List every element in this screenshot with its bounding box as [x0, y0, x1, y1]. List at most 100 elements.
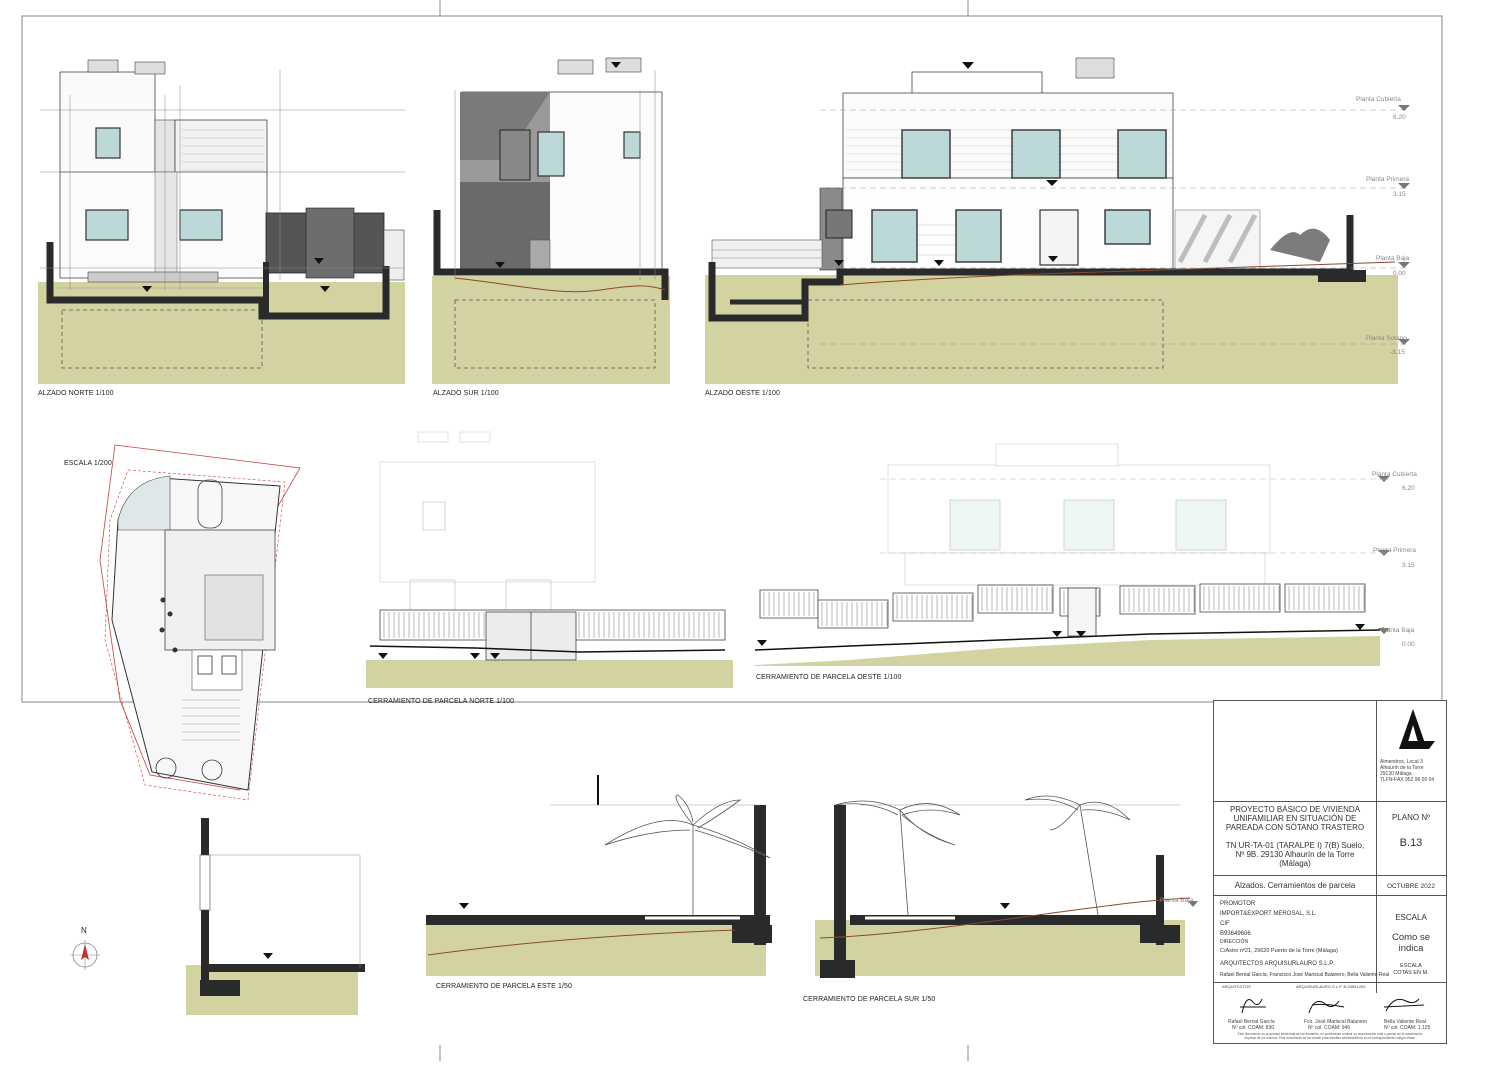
window	[499, 129, 531, 181]
palm-tree	[604, 794, 771, 915]
gate	[305, 207, 355, 279]
window	[825, 209, 853, 239]
ground-fill	[755, 636, 1380, 666]
window	[537, 131, 565, 177]
window-ghost	[1063, 499, 1115, 551]
footing	[200, 980, 240, 996]
level-marker	[263, 953, 273, 959]
divider	[1214, 801, 1446, 802]
sig-header-left: ARQUITECTOS	[1222, 984, 1251, 989]
house-ghost	[379, 461, 596, 583]
plano-label: PLANO Nº	[1391, 813, 1431, 822]
window	[901, 129, 951, 179]
window	[179, 209, 223, 241]
direccion-value: C/Astro nº21, 29620 Puerto de la Torre (…	[1220, 948, 1338, 954]
divider	[1214, 875, 1446, 876]
label-cerramiento-norte: CERRAMIENTO DE PARCELA NORTE 1/100	[368, 698, 515, 705]
railing	[199, 854, 211, 911]
level-marker	[459, 903, 469, 909]
fence-west-elevation	[754, 443, 1390, 666]
solar-ghost	[417, 431, 449, 443]
title-block: Almendros, Local 3 Alhaurín de la Torre …	[1213, 700, 1447, 1044]
north-arrow	[70, 940, 100, 970]
footing	[1318, 270, 1366, 282]
roof-box	[911, 71, 1043, 95]
level-label-baja-2: Planta Baja	[1381, 627, 1415, 634]
window	[85, 209, 129, 241]
elevation-west	[705, 57, 1410, 384]
escala-sub-line-2: COTAS EN M.	[1393, 970, 1429, 976]
promotor-label: PROMOTOR	[1220, 901, 1256, 907]
company-logo	[1399, 709, 1435, 749]
door	[1039, 209, 1079, 266]
tree-shadow	[1270, 228, 1330, 262]
location-line-2: Nº 9B. 29130 Alhaurín de la Torre	[1235, 850, 1355, 859]
ground-fill	[366, 660, 733, 688]
date: OCTUBRE 2022	[1386, 883, 1436, 890]
label-cerramiento-sur: CERRAMIENTO DE PARCELA SUR 1/50	[803, 996, 936, 1003]
solar-panel	[134, 61, 166, 75]
address-line-4: TLFN-FAX 952 96 00 04	[1380, 777, 1435, 783]
elevation-south	[432, 57, 670, 384]
project-title-line-3: PAREADA CON SÓTANO TRASTERO	[1225, 823, 1365, 832]
solar-panel	[87, 59, 119, 73]
fence-panel	[1199, 583, 1281, 613]
fence-panel	[817, 599, 889, 629]
gate	[1067, 587, 1097, 637]
location-line-3: (Málaga)	[1279, 859, 1311, 868]
wall	[154, 171, 178, 279]
level-label-cubierta-2: Planta Cubierta	[1372, 471, 1417, 478]
site-plan	[99, 444, 301, 801]
label-escala-plano: ESCALA 1/200	[64, 460, 112, 467]
escala-value-line-2: indica	[1398, 943, 1424, 954]
arquitectos-firm: ARQUITECTOS ARQUISURLAURO S.L.P.	[1220, 961, 1335, 967]
escala-value: Como se indica	[1376, 932, 1446, 954]
divider	[1214, 895, 1446, 896]
cif-value: B93649606	[1220, 931, 1251, 937]
label-cerramiento-oeste: CERRAMIENTO DE PARCELA OESTE 1/100	[756, 674, 902, 681]
escala-value-line-1: Como se	[1391, 932, 1430, 943]
pool	[117, 475, 171, 531]
ground-fill	[426, 920, 766, 976]
palm-tree	[834, 795, 1131, 916]
railing	[711, 239, 823, 269]
level-marker	[1398, 105, 1410, 111]
house-ghost	[904, 552, 1266, 586]
level-marker	[962, 62, 974, 69]
escala-label: ESCALA	[1395, 913, 1427, 922]
logo-area: Almendros, Local 3 Alhaurín de la Torre …	[1376, 701, 1446, 801]
level-marker	[1398, 183, 1410, 189]
footnote: Este documento es propiedad intelectual …	[1214, 1032, 1446, 1040]
signer-3-num: Nº col. COAM: 1.125	[1384, 1025, 1431, 1031]
level-value-cubierta: 6.20	[1393, 114, 1406, 121]
solar-panel	[1075, 57, 1115, 79]
label-cerramiento-este: CERRAMIENTO DE PARCELA ESTE 1/50	[436, 983, 572, 990]
level-value-cubierta-2: 6.20	[1402, 485, 1415, 492]
window	[623, 131, 641, 159]
window-ghost	[1175, 499, 1227, 551]
elevation-north	[38, 59, 405, 384]
level-marker	[470, 653, 480, 659]
terrace-rail	[87, 271, 219, 283]
label-alzado-oeste: ALZADO OESTE 1/100	[705, 390, 780, 397]
level-label-baja-3: Planta Baja	[1160, 897, 1194, 904]
escala-sub: ESCALA COTAS EN M.	[1376, 963, 1446, 977]
project-title-line-1: PROYECTO BÁSICO DE VIVIENDA	[1229, 805, 1361, 814]
solar-panel	[605, 57, 642, 73]
project-title-line-2: UNIFAMILIAR EN SITUACIÓN DE	[1233, 814, 1357, 823]
level-value-baja: 0.00	[1393, 270, 1406, 277]
fence-panel	[1284, 583, 1366, 613]
solar-ghost	[459, 431, 491, 443]
window	[1011, 129, 1061, 179]
plano-number: B.13	[1399, 837, 1423, 849]
cif-label: CIF	[1220, 921, 1230, 927]
window	[1104, 209, 1151, 245]
level-marker	[1398, 262, 1410, 268]
project-location: TN UR-TA-01 (TARALPE I) 7(B) Suelo, Nº 9…	[1214, 841, 1376, 868]
ground-fill	[815, 920, 1185, 976]
label-alzado-sur: ALZADO SUR 1/100	[433, 390, 499, 397]
level-label-baja: Planta Baja	[1376, 255, 1410, 262]
window-ghost	[505, 579, 552, 611]
sheet-title: Alzados. Cerramientos de parcela	[1234, 881, 1356, 890]
level-value-primera: 3.15	[1393, 191, 1406, 198]
